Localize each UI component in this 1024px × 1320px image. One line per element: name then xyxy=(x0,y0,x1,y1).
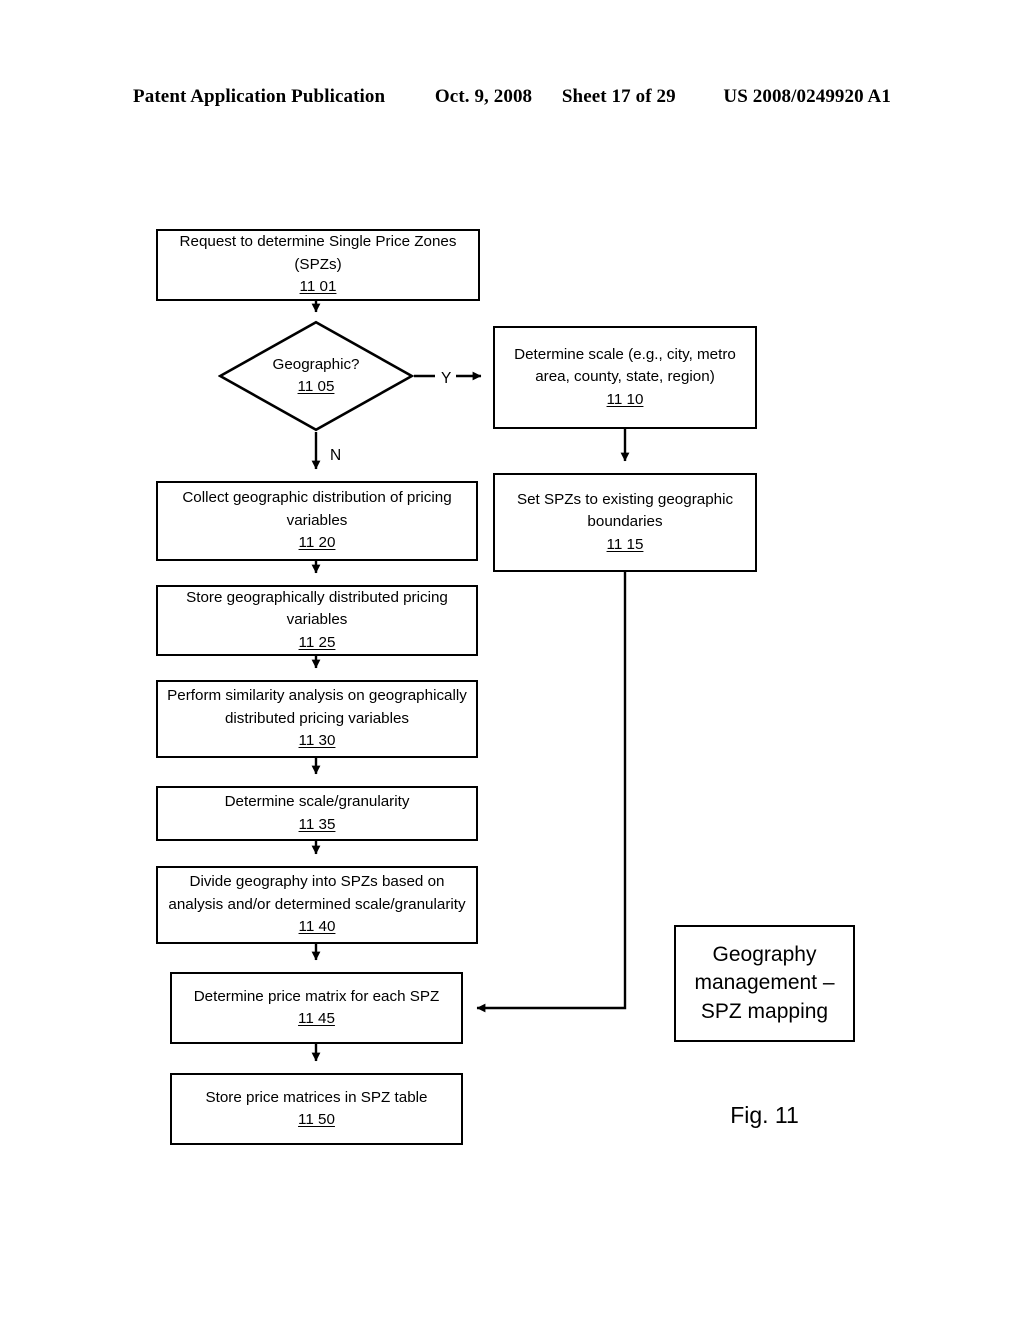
node-1101-line1: Request to determine Single Price Zones xyxy=(179,233,457,251)
legend-line-2: management – xyxy=(694,971,835,995)
branch-label-yes: Y xyxy=(441,370,452,387)
node-1125-ref: 11 25 xyxy=(298,633,336,651)
node-1125-line2: variables xyxy=(286,611,348,629)
node-1150-ref: 11 50 xyxy=(298,1111,335,1128)
node-1101-ref: 11 01 xyxy=(299,278,337,296)
node-1130-ref: 11 30 xyxy=(298,732,336,750)
node-1140-line1: Divide geography into SPZs based on xyxy=(189,873,445,891)
diagram-title-box: Geography management – SPZ mapping xyxy=(674,925,855,1042)
node-1120-ref: 11 20 xyxy=(298,534,336,552)
node-1115-ref: 11 15 xyxy=(606,535,644,553)
figure-caption: Fig. 11 xyxy=(730,1102,799,1128)
node-1115-line1: Set SPZs to existing geographic xyxy=(516,490,734,508)
node-1115-line2: boundaries xyxy=(587,513,663,531)
node-1110-line2: area, county, state, region) xyxy=(535,368,715,386)
process-node-1101[interactable]: Request to determine Single Price Zones … xyxy=(156,229,480,301)
process-node-1120[interactable]: Collect geographic distribution of prici… xyxy=(156,481,478,561)
process-node-1135[interactable]: Determine scale/granularity 11 35 xyxy=(156,786,478,841)
node-1145-line1: Determine price matrix for each SPZ xyxy=(193,987,440,1005)
decision-diamond-shape xyxy=(218,320,414,432)
node-1101-line2: (SPZs) xyxy=(294,255,342,273)
node-1135-line1: Determine scale/granularity xyxy=(224,793,410,811)
node-1135-ref: 11 35 xyxy=(298,815,336,833)
process-node-1140[interactable]: Divide geography into SPZs based on anal… xyxy=(156,866,478,944)
flowchart-connectors: 1110 --> 1120 --> xyxy=(311,301,630,1062)
decision-node-1105[interactable]: Geographic? 11 05 xyxy=(218,320,414,432)
process-node-1115[interactable]: Set SPZs to existing geographic boundari… xyxy=(493,473,757,572)
process-node-1130[interactable]: Perform similarity analysis on geographi… xyxy=(156,680,478,758)
process-node-1110[interactable]: Determine scale (e.g., city, metro area,… xyxy=(493,326,757,429)
flowchart-diagram: 1110 --> 1120 --> Request to determine S… xyxy=(0,0,1024,1320)
node-1125-line1: Store geographically distributed pricing xyxy=(186,588,448,606)
legend-line-1: Geography xyxy=(712,943,817,967)
node-1145-ref: 11 45 xyxy=(298,1010,335,1027)
node-1110-line1: Determine scale (e.g., city, metro xyxy=(514,345,736,363)
node-1140-ref: 11 40 xyxy=(298,918,336,936)
node-1150-line1: Store price matrices in SPZ table xyxy=(205,1088,428,1106)
process-node-1145[interactable]: Determine price matrix for each SPZ 11 4… xyxy=(170,972,463,1044)
node-1120-line1: Collect geographic distribution of prici… xyxy=(182,489,452,507)
legend-line-3: SPZ mapping xyxy=(700,999,829,1023)
node-1130-line2: distributed pricing variables xyxy=(224,709,410,727)
node-1140-line2: analysis and/or determined scale/granula… xyxy=(168,895,466,913)
node-1120-line2: variables xyxy=(286,511,348,529)
process-node-1125[interactable]: Store geographically distributed pricing… xyxy=(156,585,478,656)
node-1130-line1: Perform similarity analysis on geographi… xyxy=(167,687,467,705)
node-1110-ref: 11 10 xyxy=(606,390,644,408)
process-node-1150[interactable]: Store price matrices in SPZ table 11 50 xyxy=(170,1073,463,1145)
branch-label-no: N xyxy=(330,447,342,464)
